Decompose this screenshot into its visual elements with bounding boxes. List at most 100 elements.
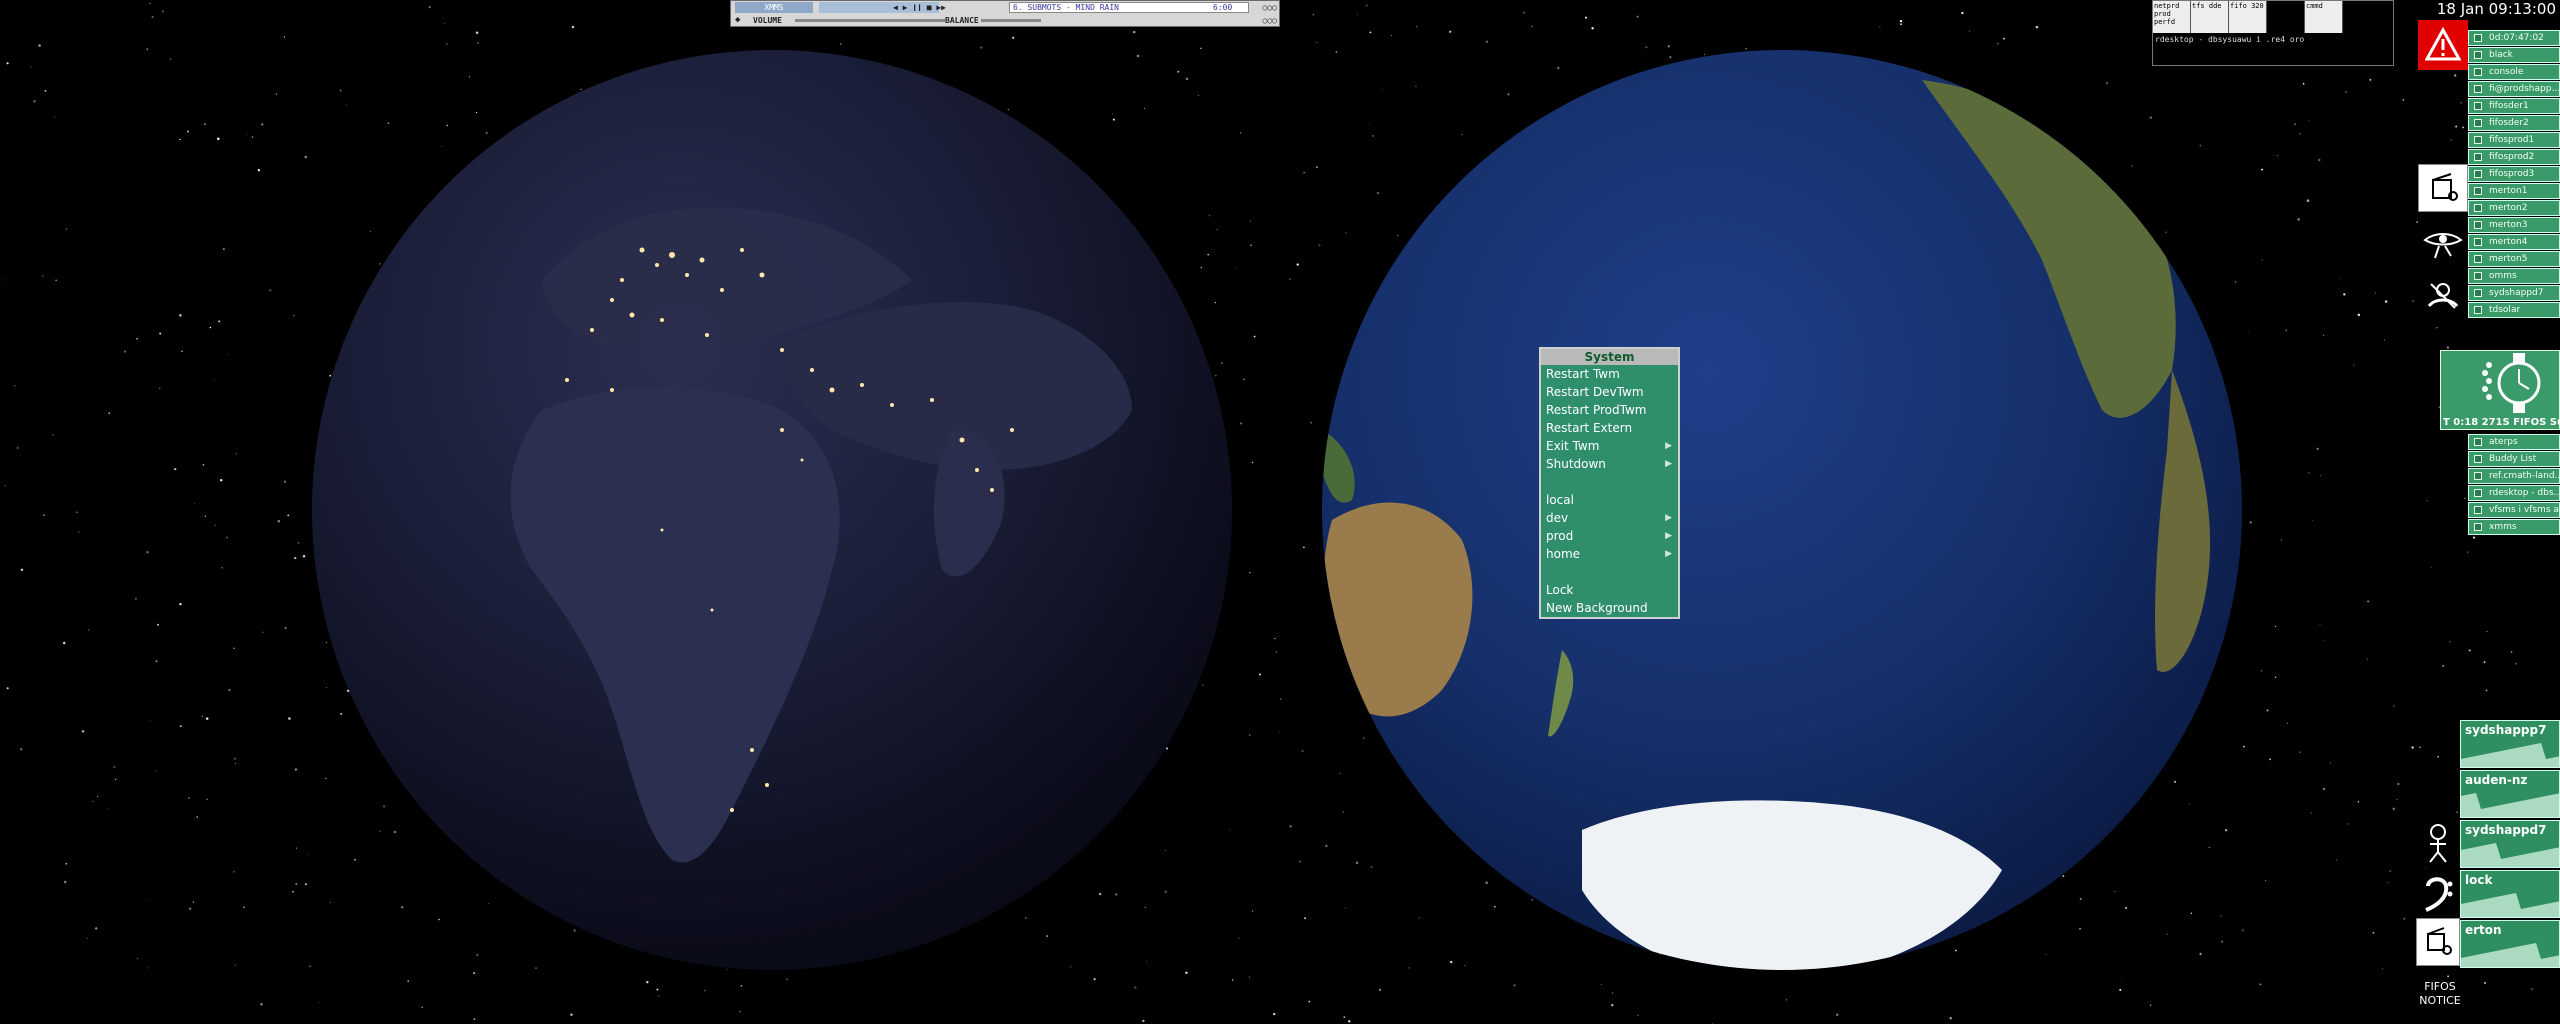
window-list-item[interactable]: fifosprod3 [2468,166,2560,182]
cartoon-figure-icon[interactable] [2418,272,2468,320]
cartoon-character-icon[interactable] [2416,818,2460,866]
menu-item[interactable]: Shutdown ▶ [1541,455,1678,473]
window-list-item[interactable]: fifosder1 [2468,98,2560,114]
window-list-item[interactable]: console [2468,64,2560,80]
warning-icon[interactable] [2418,20,2468,70]
terminal-cell[interactable]: fifo 320 [2229,1,2267,33]
menu-item[interactable]: local [1541,491,1678,509]
window-checkbox-icon[interactable] [2474,272,2482,280]
window-list-label: fi@prodshapp... [2489,84,2560,94]
window-list-item[interactable]: 0d:07:47:02 [2468,30,2560,46]
menu-item-label: Shutdown [1546,457,1606,471]
terminal-widget[interactable]: netprd prod perfd tfs dde fifo 320 cmmd … [2152,0,2394,66]
window-checkbox-icon[interactable] [2474,187,2482,195]
window-checkbox-icon[interactable] [2474,523,2482,531]
window-checkbox-icon[interactable] [2474,221,2482,229]
window-list-item[interactable]: tdsolar [2468,302,2560,318]
window-checkbox-icon[interactable] [2474,204,2482,212]
playback-controls[interactable]: ◀ ▶ ❙❙ ■ ▶▶ [893,2,1013,13]
load-graph [2461,743,2559,767]
menu-item[interactable]: Restart Twm [1541,365,1678,383]
menu-item[interactable]: home ▶ [1541,545,1678,563]
menu-item[interactable]: Exit Twm ▶ [1541,437,1678,455]
window-list-label: merton1 [2489,186,2528,196]
window-list-item[interactable]: fifosder2 [2468,115,2560,131]
window-checkbox-icon[interactable] [2474,34,2482,42]
terminal-cell[interactable]: cmmd [2305,1,2343,33]
window-list-label: xmms [2489,522,2517,532]
xmms-player[interactable]: XMMS ◀ ▶ ❙❙ ■ ▶▶ 6. SUBMOTS - MIND RAIN … [730,0,1280,27]
window-list-item[interactable]: omms [2468,268,2560,284]
window-checkbox-icon[interactable] [2474,51,2482,59]
window-list-item[interactable]: merton4 [2468,234,2560,250]
window-checkbox-icon[interactable] [2474,455,2482,463]
xmms-logo[interactable]: XMMS [735,2,813,13]
menu-item[interactable]: Restart Extern [1541,419,1678,437]
watch-widget[interactable]: T 0:18 271S FIFOS Sup [2440,350,2560,430]
menu-item-label: local [1546,493,1574,507]
menu-item[interactable]: New Background [1541,599,1678,617]
window-list-item[interactable]: aterps [2468,434,2560,450]
window-list-item[interactable]: Buddy List [2468,451,2560,467]
window-list-item[interactable]: ref.cmath-land... [2468,468,2560,484]
window-checkbox-icon[interactable] [2474,136,2482,144]
load-monitor[interactable]: lock [2460,870,2560,918]
notice-line-2: NOTICE [2419,994,2461,1007]
window-checkbox-icon[interactable] [2474,506,2482,514]
window-list-item[interactable]: sydshappd7 [2468,285,2560,301]
window-list-item[interactable]: merton5 [2468,251,2560,267]
xmms-main-row: XMMS ◀ ▶ ❙❙ ■ ▶▶ 6. SUBMOTS - MIND RAIN … [733,2,1277,13]
system-menu: System Restart Twm Restart DevTwm Restart … [1539,347,1680,619]
volume-slider[interactable] [795,19,945,22]
terminal-cell[interactable] [2267,1,2305,33]
window-checkbox-icon[interactable] [2474,153,2482,161]
menu-item-label: Restart Twm [1546,367,1620,381]
eye-of-horus-icon[interactable] [2418,220,2468,268]
window-list-label: merton5 [2489,254,2528,264]
window-list-item[interactable]: black [2468,47,2560,63]
load-monitor[interactable]: auden-nz [2460,770,2560,818]
window-list-item[interactable]: fifosprod1 [2468,132,2560,148]
xmms-eq-buttons[interactable]: ○○○ [1263,15,1277,26]
window-checkbox-icon[interactable] [2474,306,2482,314]
load-monitor[interactable]: sydshappp7 [2460,720,2560,768]
notice-line-1: FIFOS [2424,980,2456,993]
window-list-item[interactable]: merton3 [2468,217,2560,233]
window-checkbox-icon[interactable] [2474,255,2482,263]
bass-clef-icon[interactable] [2416,868,2460,916]
menu-item[interactable]: Restart ProdTwm [1541,401,1678,419]
window-checkbox-icon[interactable] [2474,68,2482,76]
load-monitor[interactable]: erton [2460,920,2560,968]
window-list-item[interactable]: rdesktop - dbs... [2468,485,2560,501]
terminal-cell[interactable]: netprd prod perfd [2153,1,2191,33]
window-checkbox-icon[interactable] [2474,289,2482,297]
load-monitor[interactable]: sydshappd7 [2460,820,2560,868]
watch-icon [2482,353,2541,413]
cartoon-mailbox-icon[interactable] [2416,918,2460,966]
window-checkbox-icon[interactable] [2474,170,2482,178]
window-checkbox-icon[interactable] [2474,119,2482,127]
menu-item[interactable]: dev ▶ [1541,509,1678,527]
cartoon-mailbox-icon[interactable] [2418,164,2468,212]
menu-item[interactable]: Lock [1541,581,1678,599]
window-list-item[interactable]: merton2 [2468,200,2560,216]
window-checkbox-icon[interactable] [2474,85,2482,93]
menu-item[interactable]: prod ▶ [1541,527,1678,545]
window-list-item[interactable]: merton1 [2468,183,2560,199]
window-checkbox-icon[interactable] [2474,102,2482,110]
window-checkbox-icon[interactable] [2474,238,2482,246]
xmms-menu-icon[interactable]: ◆ [735,15,740,26]
window-list-item[interactable]: fi@prodshapp... [2468,81,2560,97]
balance-slider[interactable] [981,19,1041,22]
terminal-cell[interactable]: tfs dde [2191,1,2229,33]
load-graph [2461,843,2559,867]
window-checkbox-icon[interactable] [2474,472,2482,480]
submenu-arrow-icon: ▶ [1665,549,1672,559]
window-checkbox-icon[interactable] [2474,489,2482,497]
window-buttons[interactable]: ○○○ [1263,2,1277,13]
window-checkbox-icon[interactable] [2474,438,2482,446]
window-list-item[interactable]: xmms [2468,519,2560,535]
window-list-item[interactable]: vfsms i vfsms a... [2468,502,2560,518]
menu-item[interactable]: Restart DevTwm [1541,383,1678,401]
window-list-item[interactable]: fifosprod2 [2468,149,2560,165]
